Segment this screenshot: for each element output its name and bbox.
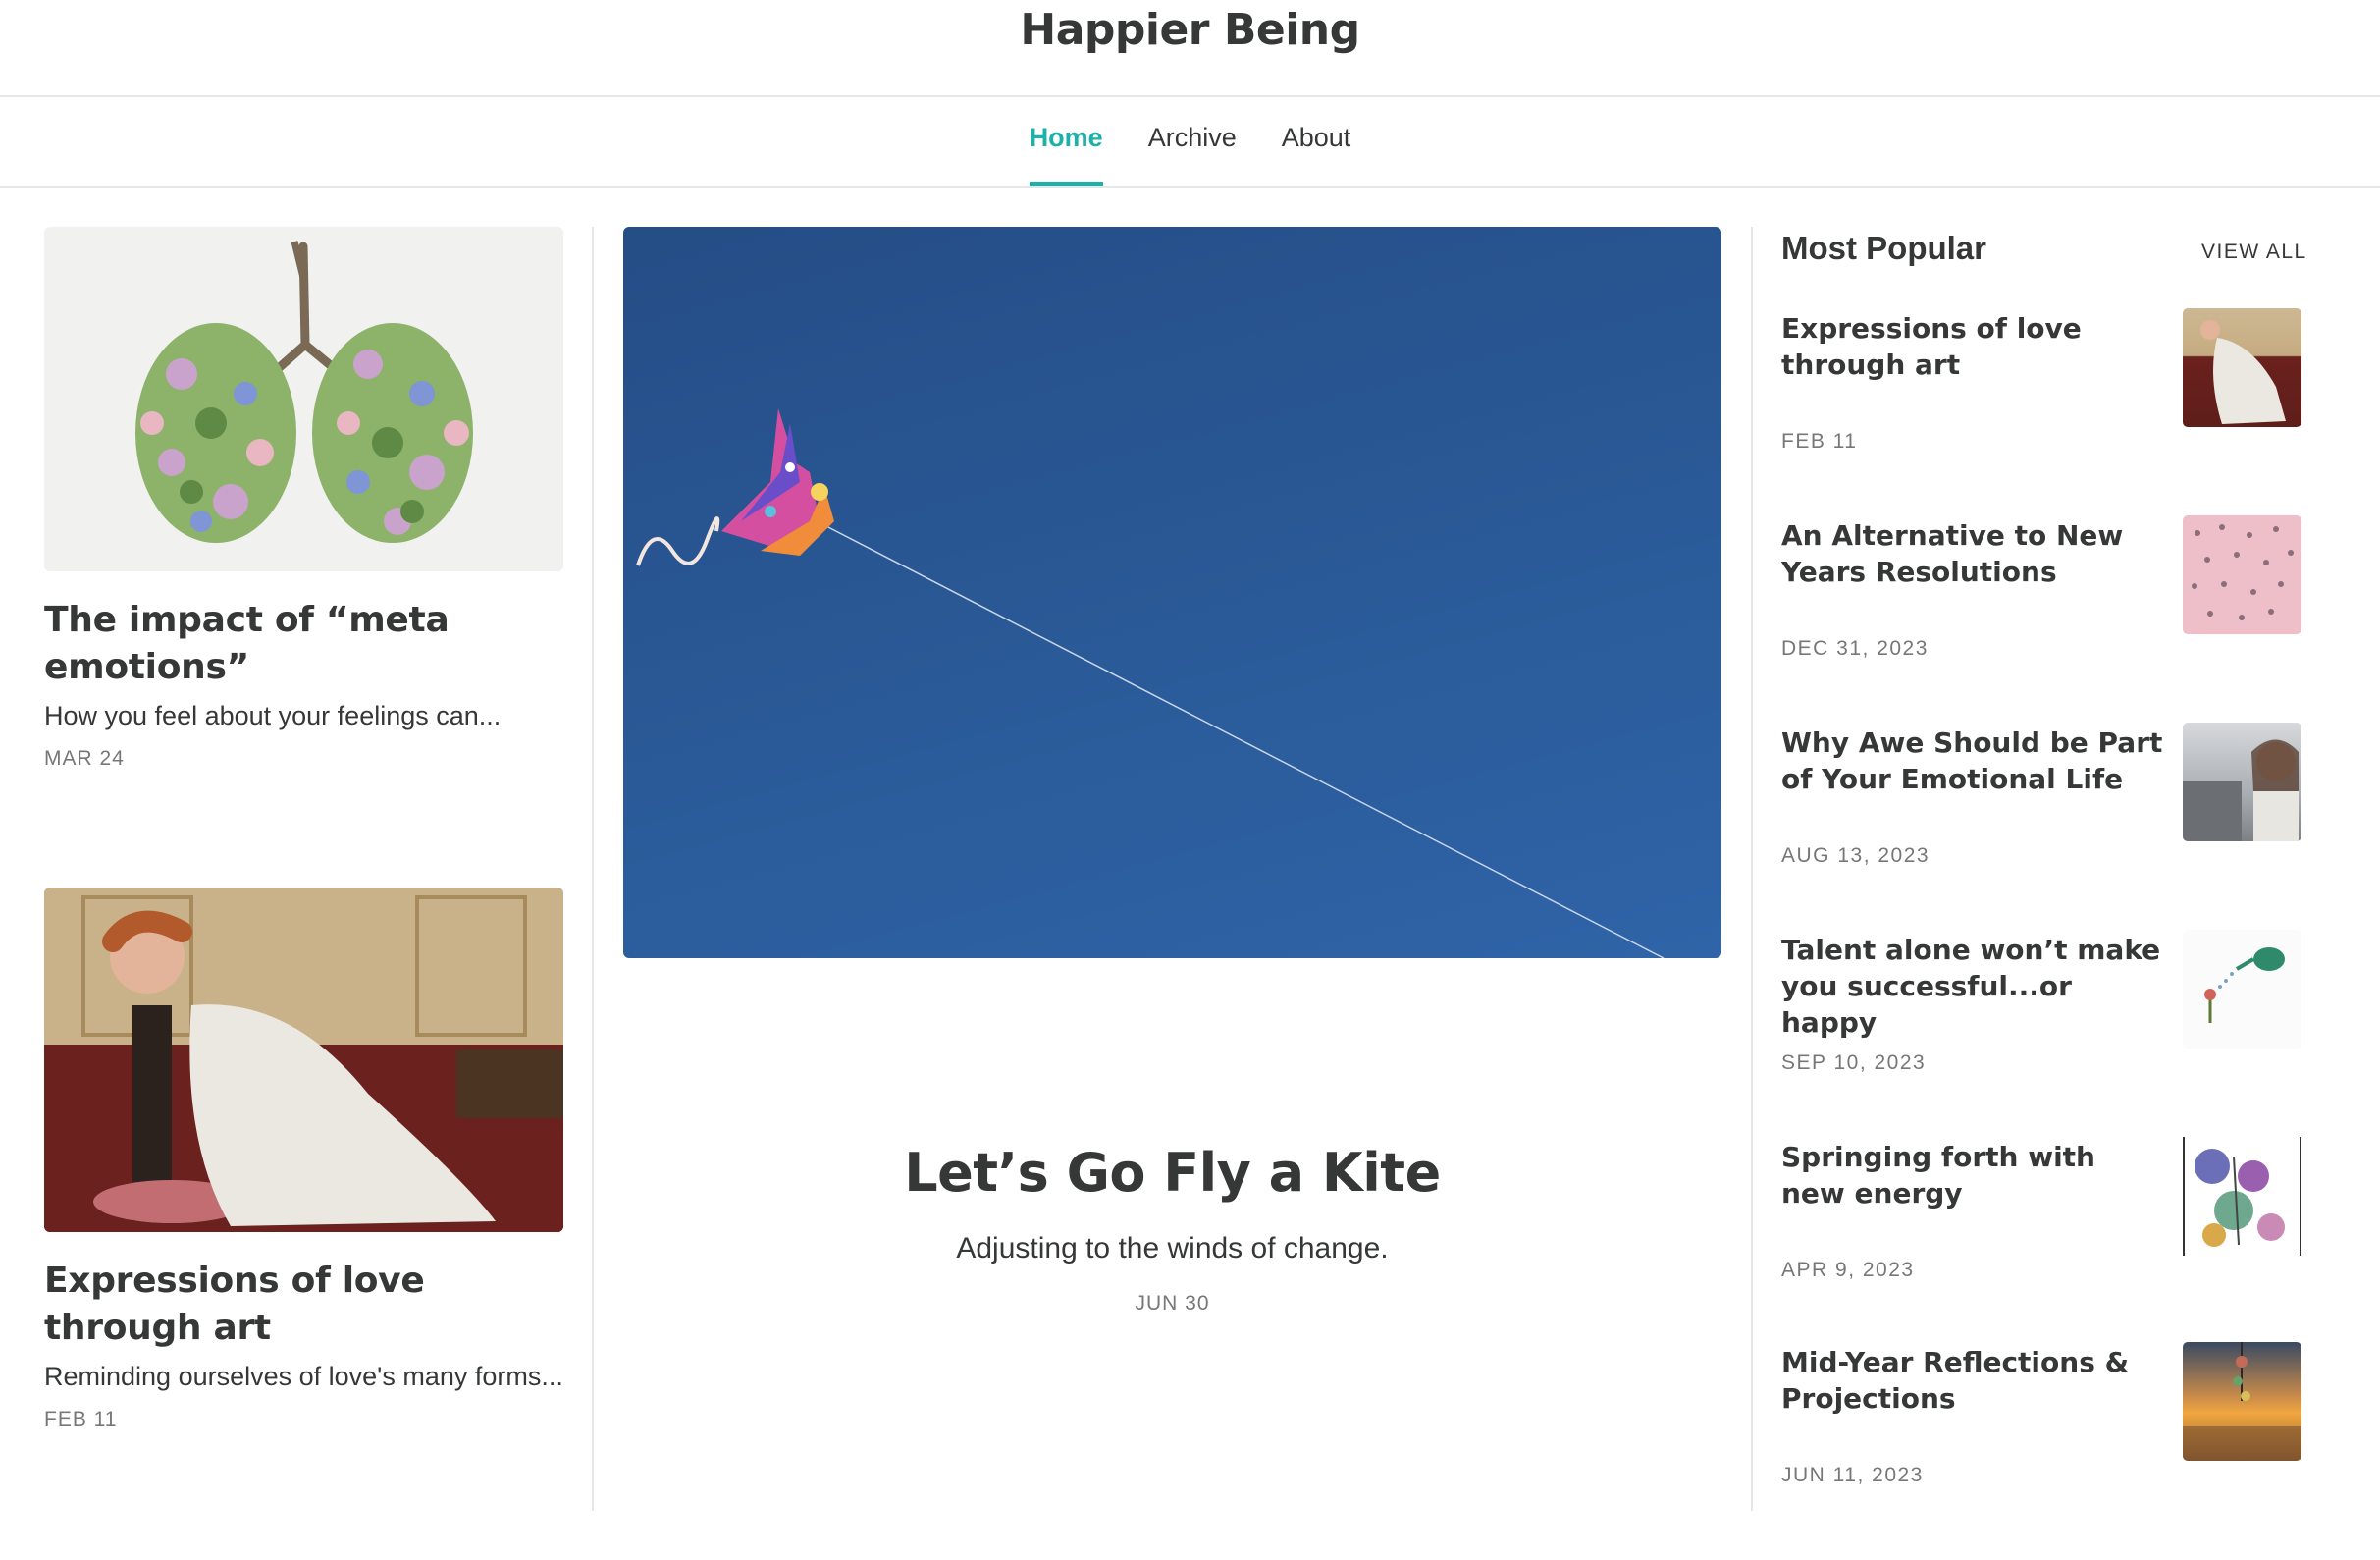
popular-item[interactable]: Talent alone won’t make you successful..… [1781, 930, 2301, 1074]
popular-item-thumbnail[interactable] [2183, 930, 2301, 1049]
post-card[interactable]: Expressions of love through art Remindin… [44, 888, 563, 1431]
post-subtitle: How you feel about your feelings can... [44, 701, 502, 730]
nav-divider [0, 186, 2380, 188]
popular-item[interactable]: An Alternative to New Years Resolutions … [1781, 515, 2301, 660]
painting-thumb-image [2200, 320, 2286, 424]
site-title[interactable]: Happier Being [0, 0, 2380, 95]
popular-item-title[interactable]: An Alternative to New Years Resolutions [1781, 517, 2164, 590]
featured-post-image[interactable] [623, 227, 1721, 958]
column-divider-right [1751, 227, 1753, 1511]
flower-lungs-image [135, 241, 473, 543]
painting-image [44, 888, 563, 1232]
nav-home[interactable]: Home [1029, 97, 1103, 186]
sunset-image [2183, 1342, 2301, 1461]
popular-item-title[interactable]: Talent alone won’t make you successful..… [1781, 932, 2164, 1041]
popular-item-date: SEP 10, 2023 [1781, 1051, 1927, 1074]
popular-item-thumbnail[interactable] [2183, 1342, 2301, 1461]
popular-item-thumbnail[interactable] [2183, 1137, 2301, 1256]
post-title[interactable]: The impact of “meta emotions” [44, 597, 563, 691]
post-card[interactable]: The impact of “meta emotions” How you fe… [44, 227, 563, 771]
post-subtitle: Reminding ourselves of love's many forms… [44, 1362, 563, 1391]
site-title-text: Happier Being [1020, 5, 1360, 55]
spring-flowers-image [2195, 1149, 2285, 1247]
featured-post-subtitle: Adjusting to the winds of change. [956, 1232, 1389, 1264]
popular-item-date: JUN 11, 2023 [1781, 1464, 1924, 1486]
popular-item-title[interactable]: Springing forth with new energy [1781, 1139, 2164, 1211]
popular-item[interactable]: Springing forth with new energy APR 9, 2… [1781, 1137, 2301, 1281]
popular-item-title[interactable]: Mid-Year Reflections & Projections [1781, 1344, 2164, 1417]
nav-archive[interactable]: Archive [1148, 97, 1237, 186]
popular-item-date: AUG 13, 2023 [1781, 844, 1930, 867]
column-divider-left [592, 227, 594, 1511]
popular-item-title[interactable]: Expressions of love through art [1781, 310, 2164, 383]
popular-item[interactable]: Why Awe Should be Part of Your Emotional… [1781, 723, 2301, 867]
watering-can-image [2204, 947, 2285, 1023]
nav-about[interactable]: About [1282, 97, 1351, 186]
popular-item[interactable]: Mid-Year Reflections & Projections JUN 1… [1781, 1342, 2301, 1486]
popular-item-date: APR 9, 2023 [1781, 1259, 1915, 1281]
most-popular-heading: Most Popular [1781, 230, 1987, 266]
popular-item-date: FEB 11 [1781, 430, 1858, 453]
popular-item[interactable]: Expressions of love through art FEB 11 [1781, 308, 2301, 453]
kite-image [636, 408, 1665, 958]
pink-pattern-image [2192, 524, 2294, 620]
popular-item-title[interactable]: Why Awe Should be Part of Your Emotional… [1781, 725, 2164, 797]
post-date: MAR 24 [44, 747, 125, 770]
featured-post-title[interactable]: Let’s Go Fly a Kite [623, 1142, 1721, 1204]
nav-about-label: About [1281, 123, 1351, 152]
museum-selfie-image [2183, 739, 2299, 841]
popular-item-thumbnail[interactable] [2183, 723, 2301, 841]
nav-home-label: Home [1029, 123, 1103, 152]
post-thumbnail-flower-lungs[interactable] [44, 227, 563, 571]
popular-item-date: DEC 31, 2023 [1781, 637, 1929, 660]
post-date: FEB 11 [44, 1408, 118, 1430]
popular-item-thumbnail[interactable] [2183, 308, 2301, 427]
post-title[interactable]: Expressions of love through art [44, 1258, 563, 1352]
post-thumbnail-painting[interactable] [44, 888, 563, 1232]
nav-archive-label: Archive [1147, 123, 1237, 152]
view-all-link[interactable]: VIEW ALL [2201, 241, 2307, 264]
main-nav: Home Archive About [0, 97, 2380, 186]
popular-item-thumbnail[interactable] [2183, 515, 2301, 634]
featured-post-date: JUN 30 [1135, 1292, 1210, 1315]
